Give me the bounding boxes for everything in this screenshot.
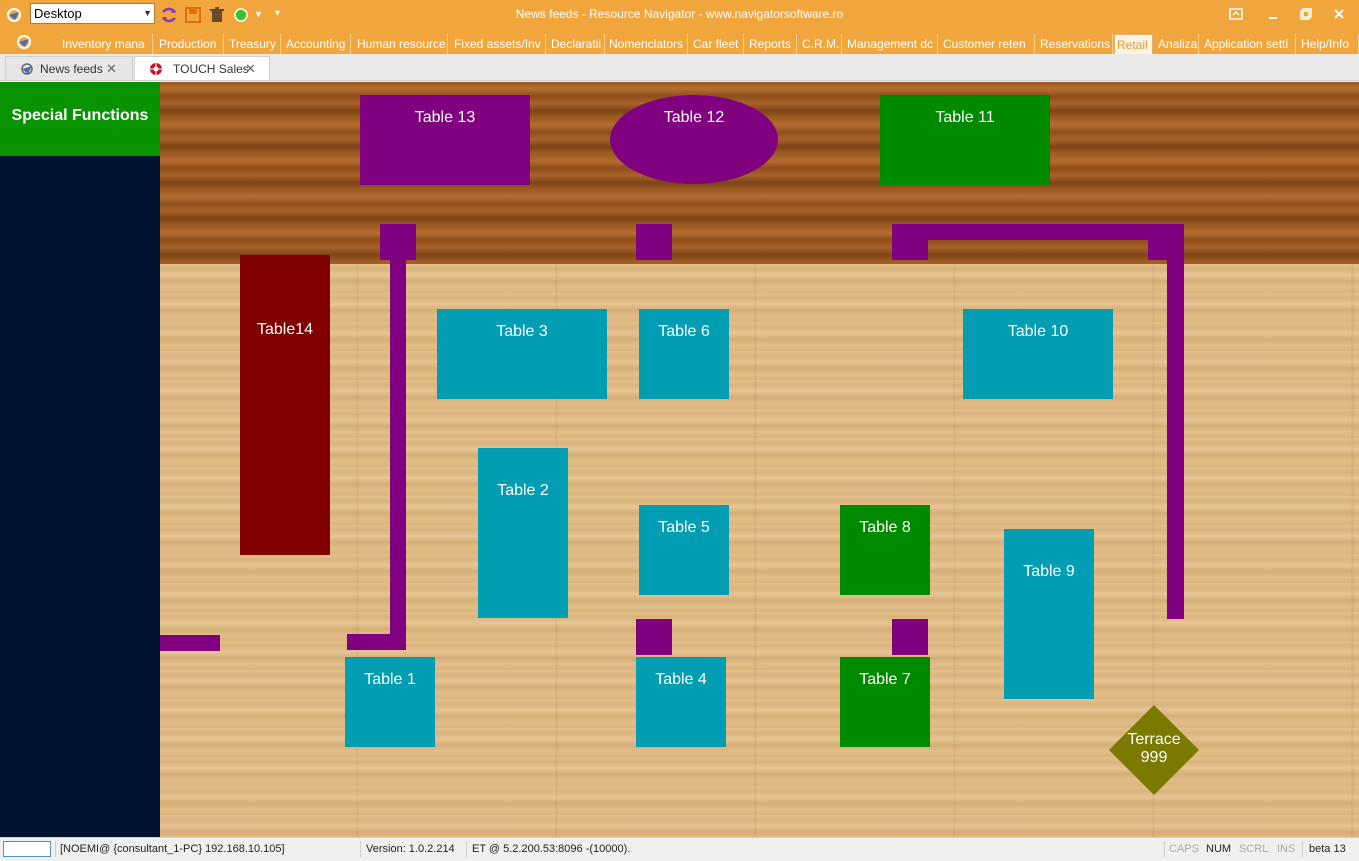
- tab-news-feeds[interactable]: News feeds ✕: [5, 56, 133, 80]
- table-11[interactable]: Table 11: [880, 95, 1050, 185]
- status-bar: [NOEMI@ {consultant_1-PC} 192.168.10.105…: [0, 837, 1359, 861]
- table-12[interactable]: Table 12: [610, 95, 778, 184]
- table-8[interactable]: Table 8: [840, 505, 930, 595]
- tab-management-dc[interactable]: Management dc: [845, 34, 938, 54]
- partition-wall: [892, 224, 1184, 240]
- status-scrl: SCRL: [1239, 843, 1269, 855]
- table-label: Table 13: [414, 109, 476, 126]
- table-label: Table 7: [859, 671, 911, 688]
- divider: [466, 841, 467, 857]
- divider: [360, 841, 361, 857]
- partition-wall: [160, 635, 220, 651]
- status-version: Version: 1.0.2.214: [366, 843, 455, 855]
- tab-fixed-assets-inv[interactable]: Fixed assets/Inv: [452, 34, 546, 54]
- table-label: Table 1: [364, 671, 416, 688]
- tab-news-feeds-label: News feeds: [40, 62, 103, 76]
- status-ins: INS: [1277, 843, 1296, 855]
- status-num: NUM: [1206, 843, 1232, 855]
- partition-wall: [347, 634, 406, 650]
- tab-human-resource[interactable]: Human resource: [355, 34, 448, 54]
- table-13[interactable]: Table 13: [360, 95, 530, 185]
- status-input-box[interactable]: [3, 841, 51, 857]
- tab-touch-sales[interactable]: TOUCH Sales ✕: [134, 56, 270, 80]
- table-label: Table 9: [1023, 563, 1075, 580]
- tab-c-r-m[interactable]: C.R.M.: [800, 34, 842, 54]
- tab-analiza[interactable]: Analiza: [1156, 34, 1199, 54]
- close-button[interactable]: [1328, 5, 1350, 25]
- table-3[interactable]: Table 3: [437, 309, 607, 399]
- terrace-label-line1: Terrace: [1127, 731, 1181, 748]
- table-14[interactable]: Table14: [240, 255, 330, 555]
- floor-plan: Table 13 Table 12 Table 11 Table14 Table…: [160, 82, 1359, 837]
- table-label: Table14: [256, 321, 314, 338]
- tab-reports[interactable]: Reports: [747, 34, 797, 54]
- tab-accounting[interactable]: Accounting: [284, 34, 351, 54]
- table-7[interactable]: Table 7: [840, 657, 930, 747]
- touch-sales-icon: [150, 63, 162, 75]
- terrace-999[interactable]: Terrace 999: [1109, 705, 1199, 795]
- title-bar: Desktop ▼ ▼ ▾ News feeds - Resource Navi…: [0, 0, 1359, 30]
- table-label: Table 6: [658, 323, 710, 340]
- tab-application-setti[interactable]: Application setti: [1202, 34, 1296, 54]
- close-icon[interactable]: ✕: [245, 57, 256, 81]
- table-10[interactable]: Table 10: [963, 309, 1113, 399]
- table-label: Table 4: [655, 671, 707, 688]
- terrace-label-line2: 999: [1140, 749, 1168, 766]
- app-menu-icon[interactable]: [16, 34, 32, 50]
- tab-reservations[interactable]: Reservations: [1038, 34, 1113, 54]
- minimize-button[interactable]: [1262, 5, 1284, 25]
- ribbon-tabs: Inventory mana Production Treasury Accounti…: [0, 30, 1359, 54]
- table-9[interactable]: Table 9: [1004, 529, 1094, 699]
- tab-retail[interactable]: Retail: [1114, 34, 1153, 54]
- partition-wall: [1167, 224, 1184, 619]
- tab-car-fleet[interactable]: Car fleet: [691, 34, 744, 54]
- tab-touch-sales-label: TOUCH Sales: [173, 62, 249, 76]
- tab-declaratii[interactable]: Declaratii: [549, 34, 605, 54]
- table-label: Table 3: [496, 323, 548, 340]
- terrace-label: Terrace 999: [1109, 731, 1199, 767]
- status-beta: beta 13: [1309, 843, 1346, 855]
- partition-post: [892, 619, 928, 655]
- tab-inventory-mana[interactable]: Inventory mana: [60, 34, 153, 54]
- restore-layout-icon[interactable]: [1225, 5, 1247, 25]
- divider: [1164, 841, 1165, 857]
- table-1[interactable]: Table 1: [345, 657, 435, 747]
- partition-post: [636, 619, 672, 655]
- status-et: ET @ 5.2.200.53:8096 -(10000).: [472, 843, 631, 855]
- partition-wall: [390, 260, 406, 650]
- tab-customer-reten[interactable]: Customer reten: [941, 34, 1035, 54]
- partition-post: [380, 224, 416, 260]
- table-label: Table 10: [1007, 323, 1069, 340]
- table-5[interactable]: Table 5: [639, 505, 729, 595]
- status-user: [NOEMI@ {consultant_1-PC} 192.168.10.105…: [60, 843, 285, 855]
- sidebar: Special Functions: [0, 82, 160, 837]
- table-4[interactable]: Table 4: [636, 657, 726, 747]
- tab-treasury[interactable]: Treasury: [227, 34, 281, 54]
- tab-production[interactable]: Production: [157, 34, 224, 54]
- window-title: News feeds - Resource Navigator - www.na…: [515, 7, 844, 21]
- special-functions-button[interactable]: Special Functions: [0, 82, 160, 156]
- tab-nomenclators[interactable]: Nomenclators: [607, 34, 688, 54]
- partition-post: [636, 224, 672, 260]
- close-icon[interactable]: ✕: [106, 57, 117, 81]
- table-label: Table 8: [859, 519, 911, 536]
- divider: [55, 841, 56, 857]
- table-2[interactable]: Table 2: [478, 448, 568, 618]
- status-caps: CAPS: [1169, 843, 1199, 855]
- table-label: Table 5: [658, 519, 710, 536]
- news-feeds-icon: [21, 63, 33, 75]
- tab-help-info[interactable]: Help/Info: [1299, 34, 1359, 54]
- divider: [1302, 841, 1303, 857]
- table-6[interactable]: Table 6: [639, 309, 729, 399]
- maximize-button[interactable]: [1295, 5, 1317, 25]
- table-label: Table 11: [935, 109, 995, 126]
- document-tabs: News feeds ✕ TOUCH Sales ✕: [0, 54, 1359, 81]
- table-label: Table 2: [497, 482, 549, 499]
- table-label: Table 12: [663, 109, 725, 126]
